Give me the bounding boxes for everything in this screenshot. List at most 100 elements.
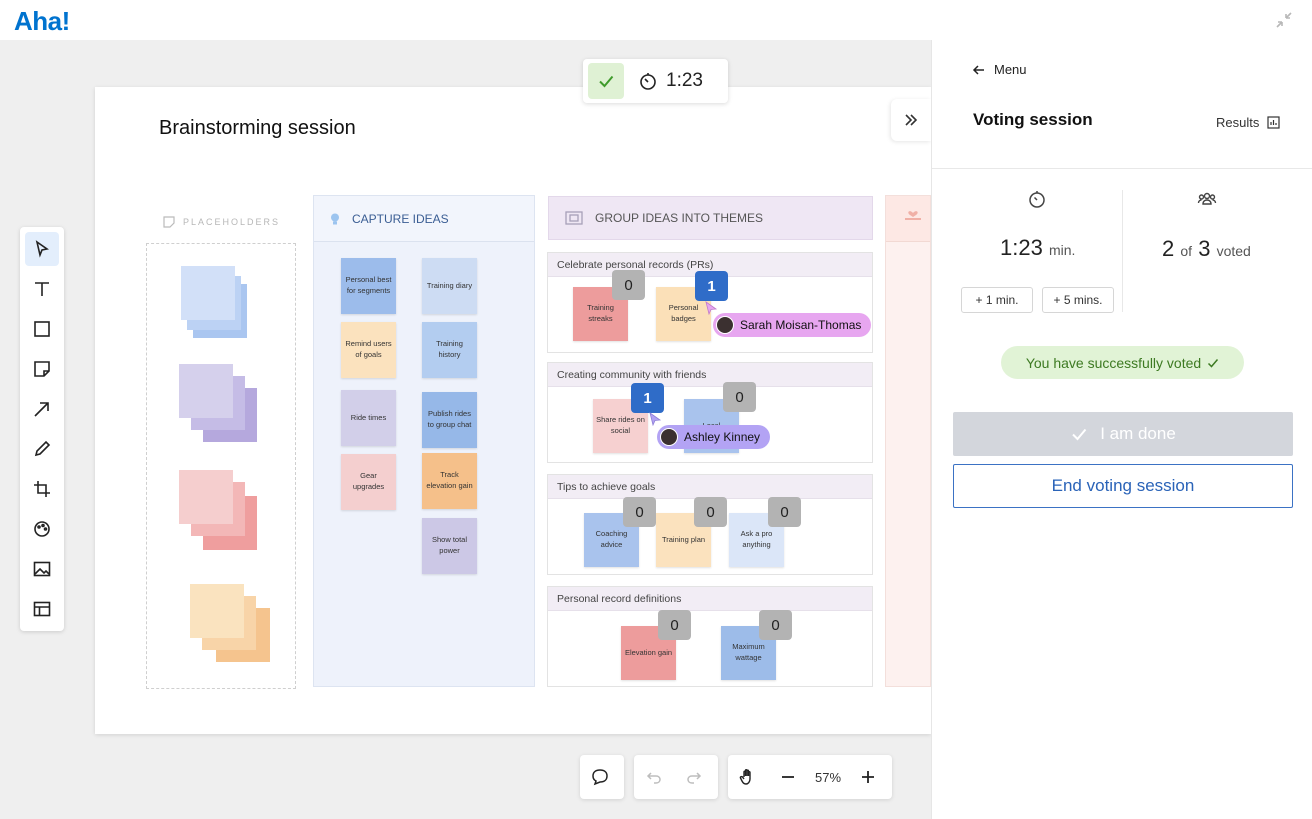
comment-button[interactable]: [580, 755, 620, 799]
theme-group-title: Personal record definitions: [548, 587, 872, 611]
vote-count-badge[interactable]: 0: [694, 497, 727, 527]
voted-count: 2 of 3 voted: [1162, 236, 1251, 261]
shape-tool[interactable]: [25, 312, 59, 346]
arrow-left-icon: [972, 64, 984, 75]
timer-value: 1:23: [666, 70, 703, 91]
board-title: Brainstorming session: [159, 117, 356, 139]
results-link[interactable]: Results: [1216, 115, 1280, 130]
template-tool[interactable]: [25, 592, 59, 626]
vote-count-badge[interactable]: 0: [658, 610, 691, 640]
avatar: [716, 316, 734, 334]
pen-tool[interactable]: [25, 432, 59, 466]
heart-hand-icon: [905, 211, 921, 220]
timer-widget: 1:23: [583, 59, 728, 103]
theme-group[interactable]: Personal record definitions Elevation ga…: [547, 586, 873, 687]
capture-ideas-column[interactable]: CAPTURE IDEAS Personal best for segments…: [313, 195, 535, 687]
add-5-minutes-button[interactable]: + 5 mins.: [1042, 287, 1114, 313]
collaborator-cursor-label: Ashley Kinney: [657, 425, 771, 449]
arrow-icon: [34, 402, 49, 417]
panel-title: Voting session: [973, 110, 1093, 129]
app-logo[interactable]: Aha!: [14, 6, 70, 37]
vote-count-badge[interactable]: 0: [612, 270, 645, 300]
text-icon: [35, 282, 49, 296]
top-bar: Aha!: [0, 0, 1312, 40]
sticky-note[interactable]: Ride times: [341, 390, 396, 446]
redo-icon: [687, 772, 702, 784]
vote-count-badge[interactable]: 0: [759, 610, 792, 640]
divider: [932, 168, 1312, 169]
voting-panel: Menu Voting session Results 1:23 min. + …: [931, 40, 1312, 819]
collapse-icon[interactable]: [1274, 10, 1294, 30]
zoom-level: 57%: [814, 769, 842, 785]
blue-sticky-stack[interactable]: [181, 266, 261, 346]
palette-icon: [34, 521, 50, 537]
time-remaining: 1:23 min.: [1000, 235, 1076, 260]
check-icon[interactable]: [588, 63, 624, 99]
vote-count-badge[interactable]: 0: [623, 497, 656, 527]
plus-icon: [862, 771, 874, 783]
minus-icon: [782, 776, 794, 778]
purple-sticky-stack[interactable]: [179, 364, 259, 444]
cursor-arrow-icon: [35, 240, 49, 258]
redo-button[interactable]: [674, 755, 714, 799]
success-voted-badge: You have successfully voted: [1001, 346, 1244, 379]
comment-control: [580, 755, 624, 799]
placeholders-area[interactable]: [146, 243, 296, 689]
emoji-tool[interactable]: [25, 512, 59, 546]
crop-frame-icon: [34, 481, 50, 497]
collapse-panel-button[interactable]: [891, 99, 931, 141]
collaborator-cursor-icon: [705, 301, 718, 315]
bar-chart-icon: [1267, 116, 1280, 129]
check-icon: [1208, 358, 1219, 368]
sticky-note-icon: [163, 216, 175, 228]
pencil-icon: [34, 440, 51, 457]
sticky-note[interactable]: Track elevation gain: [422, 453, 477, 509]
lightbulb-icon: [331, 213, 339, 224]
sticky-note[interactable]: Training history: [422, 322, 477, 378]
undo-button[interactable]: [634, 755, 674, 799]
sticky-note[interactable]: Show total power: [422, 518, 477, 574]
sticky-note[interactable]: Publish rides to group chat: [422, 392, 477, 448]
undo-icon: [646, 772, 661, 784]
vote-count-badge[interactable]: 0: [723, 382, 756, 412]
theme-group[interactable]: Tips to achieve goals Coaching advice Tr…: [547, 474, 873, 575]
divider: [1122, 190, 1123, 312]
collaborator-cursor-icon: [649, 412, 662, 426]
sticky-note-tool[interactable]: [25, 352, 59, 386]
vote-count-badge[interactable]: 0: [768, 497, 801, 527]
next-column-header: [886, 196, 930, 242]
zoom-controls: 57%: [728, 755, 892, 799]
square-icon: [34, 321, 50, 337]
next-column[interactable]: [885, 195, 931, 687]
zoom-out-button[interactable]: [768, 755, 808, 799]
layout-icon: [33, 601, 51, 617]
i-am-done-button[interactable]: I am done: [953, 412, 1293, 456]
comment-icon: [592, 769, 608, 786]
placeholders-header: PLACEHOLDERS: [163, 216, 280, 228]
check-icon: [1072, 428, 1087, 441]
red-sticky-stack[interactable]: [179, 470, 259, 550]
sticky-note[interactable]: Training diary: [422, 258, 477, 314]
pan-button[interactable]: [728, 755, 768, 799]
users-icon: [1197, 192, 1217, 205]
vote-count-badge[interactable]: 1: [631, 383, 664, 413]
text-tool[interactable]: [25, 272, 59, 306]
sticky-note[interactable]: Gear upgrades: [341, 454, 396, 510]
sticky-note-icon: [34, 361, 50, 377]
sticky-note[interactable]: Personal best for segments: [341, 258, 396, 314]
orange-sticky-stack[interactable]: [190, 584, 270, 664]
theme-group-title: Creating community with friends: [548, 363, 872, 387]
back-to-menu-link[interactable]: Menu: [972, 62, 1027, 77]
image-tool[interactable]: [25, 552, 59, 586]
end-voting-session-button[interactable]: End voting session: [953, 464, 1293, 508]
add-1-minute-button[interactable]: + 1 min.: [961, 287, 1033, 313]
history-controls: [634, 755, 718, 799]
sticky-note[interactable]: Remind users of goals: [341, 322, 396, 378]
select-tool[interactable]: [25, 232, 59, 266]
zoom-in-button[interactable]: [848, 755, 888, 799]
theme-group-title: Tips to achieve goals: [548, 475, 872, 499]
vote-count-badge[interactable]: 1: [695, 271, 728, 301]
arrow-tool[interactable]: [25, 392, 59, 426]
frame-tool[interactable]: [25, 472, 59, 506]
capture-ideas-header: CAPTURE IDEAS: [314, 196, 534, 242]
